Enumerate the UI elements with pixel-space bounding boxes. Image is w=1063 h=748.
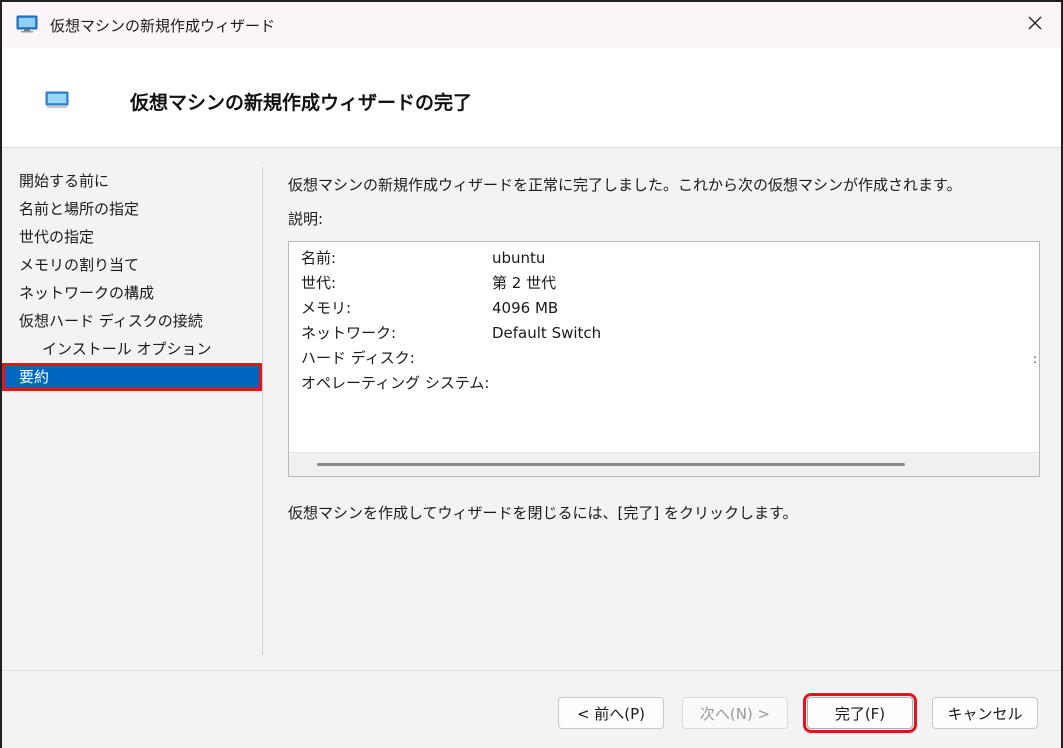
summary-row-memory: メモリ: 4096 MB [301,296,1039,320]
nav-item-installation-options[interactable]: インストール オプション [2,335,262,363]
page-title: 仮想マシンの新規作成ウィザードの完了 [130,92,473,114]
truncated-text-mark: : [1032,352,1037,366]
nav-item-generation[interactable]: 世代の指定 [2,223,262,251]
summary-key: オペレーティング システム: [301,374,490,392]
intro-text: 仮想マシンの新規作成ウィザードを正常に完了しました。これから次の仮想マシンが作成… [288,176,962,194]
summary-key: メモリ: [301,299,352,317]
finish-button[interactable]: 完了(F) [803,693,917,733]
summary-row-network: ネットワーク: Default Switch [301,321,1039,345]
summary-value: Default Switch [492,324,602,342]
summary-row-hard-disk: ハード ディスク: [301,346,1039,370]
summary-row-generation: 世代: 第 2 世代 [301,271,1039,295]
nav-item-summary[interactable]: 要約 [2,363,262,391]
wizard-header: 仮想マシンの新規作成ウィザードの完了 [2,48,1061,148]
wizard-steps-nav: 開始する前に 名前と場所の指定 世代の指定 メモリの割り当て ネットワークの構成… [2,162,264,652]
nav-divider [262,167,263,655]
summary-key: 名前: [301,249,337,267]
nav-item-name-location[interactable]: 名前と場所の指定 [2,195,262,223]
wizard-footer: < 前へ(P) 次へ(N) > 完了(F) キャンセル [2,670,1061,748]
summary-list[interactable]: 名前: ubuntu 世代: 第 2 世代 メモリ: 4096 MB ネットワー… [288,241,1040,477]
summary-key: ハード ディスク: [301,349,415,367]
summary-value: 4096 MB [492,299,559,317]
summary-value: 第 2 世代 [492,274,557,292]
summary-key: ネットワーク: [301,324,397,342]
previous-button[interactable]: < 前へ(P) [558,697,664,729]
monitor-icon [16,15,38,33]
wizard-window: 仮想マシンの新規作成ウィザード 仮想マシンの新規作成ウィザードの完了 開始する前… [0,0,1063,748]
close-button[interactable] [1013,4,1057,46]
nav-item-before-you-begin[interactable]: 開始する前に [2,167,262,195]
description-label: 説明: [288,210,324,228]
monitor-icon [45,91,69,109]
finish-hint-text: 仮想マシンを作成してウィザードを閉じるには、[完了] をクリックします。 [288,504,798,522]
title-bar: 仮想マシンの新規作成ウィザード [2,2,1061,48]
nav-item-networking[interactable]: ネットワークの構成 [2,279,262,307]
scrollbar-thumb[interactable] [317,463,905,466]
summary-row-operating-system: オペレーティング システム: [301,371,1039,395]
summary-value: ubuntu [492,249,546,267]
horizontal-scrollbar[interactable] [289,452,1039,476]
nav-item-memory[interactable]: メモリの割り当て [2,251,262,279]
cancel-button[interactable]: キャンセル [932,697,1038,729]
summary-key: 世代: [301,274,337,292]
nav-item-virtual-hard-disk[interactable]: 仮想ハード ディスクの接続 [2,307,262,335]
summary-row-name: 名前: ubuntu [301,246,1039,270]
close-icon [1027,15,1043,35]
window-title: 仮想マシンの新規作成ウィザード [50,17,276,35]
next-button[interactable]: 次へ(N) > [682,697,788,729]
